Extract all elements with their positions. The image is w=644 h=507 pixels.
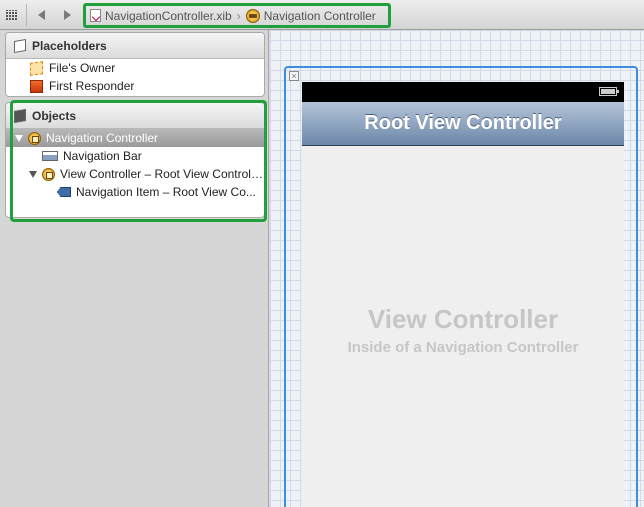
outline-item-navigation-item[interactable]: Navigation Item – Root View Co... <box>6 183 264 201</box>
cube-icon <box>14 38 26 53</box>
navigation-item-icon <box>57 187 71 197</box>
outline-item-label: Navigation Bar <box>63 149 142 163</box>
simulated-screen: Root View Controller View Controller Ins… <box>302 82 624 507</box>
outline-item-label: First Responder <box>49 79 135 93</box>
disclosure-triangle-icon[interactable] <box>29 170 37 178</box>
placeholders-title: Placeholders <box>32 38 107 53</box>
view-controller-icon <box>42 167 55 181</box>
breadcrumb-object[interactable]: Navigation Controller <box>245 8 376 23</box>
objects-header[interactable]: Objects <box>6 103 264 129</box>
status-bar <box>302 82 624 102</box>
jump-bar: NavigationController.xib › Navigation Co… <box>0 0 644 30</box>
placeholders-header[interactable]: Placeholders <box>6 33 264 59</box>
outline-item-label: Navigation Item – Root View Co... <box>76 185 256 199</box>
outline-item-navigation-bar[interactable]: Navigation Bar <box>6 147 264 165</box>
battery-icon <box>599 87 619 96</box>
navigation-controller-scene[interactable]: × Root View Controller View Controller I… <box>284 66 638 507</box>
document-outline: Placeholders File's Owner First Responde… <box>0 30 269 507</box>
navigation-bar-title: Root View Controller <box>364 112 562 134</box>
grid-icon <box>6 10 18 20</box>
breadcrumb-file[interactable]: NavigationController.xib <box>90 9 232 23</box>
close-icon[interactable]: × <box>289 71 299 81</box>
outline-item-files-owner[interactable]: File's Owner <box>6 59 264 77</box>
navigation-controller-icon <box>245 8 260 23</box>
forward-button[interactable] <box>60 7 74 23</box>
objects-section: Objects Navigation Controller Navigation… <box>5 102 265 218</box>
outline-item-navigation-controller[interactable]: Navigation Controller <box>6 129 264 147</box>
cube-icon <box>14 108 26 123</box>
navigation-bar-icon <box>42 151 58 161</box>
navigation-controller-icon <box>28 131 41 145</box>
outline-item-label: View Controller – Root View Controller <box>59 167 264 181</box>
outline-item-label: Navigation Controller <box>46 131 159 145</box>
disclosure-triangle-icon[interactable] <box>15 134 23 142</box>
placeholders-section: Placeholders File's Owner First Responde… <box>5 32 265 97</box>
outline-item-view-controller[interactable]: View Controller – Root View Controller <box>6 165 264 183</box>
outline-item-first-responder[interactable]: First Responder <box>6 77 264 95</box>
breadcrumb-object-label: Navigation Controller <box>263 8 376 23</box>
chevron-right-icon <box>63 10 71 20</box>
files-owner-icon <box>30 60 43 76</box>
first-responder-icon <box>30 79 43 93</box>
view-controller-placeholder-subtitle: Inside of a Navigation Controller <box>347 339 579 356</box>
outline-item-label: File's Owner <box>49 61 116 75</box>
xib-file-icon <box>90 9 101 22</box>
separator <box>26 4 27 26</box>
breadcrumb-separator: › <box>236 8 241 23</box>
related-items-button[interactable] <box>5 7 19 23</box>
interface-builder-canvas[interactable]: × Root View Controller View Controller I… <box>270 30 644 507</box>
view-controller-placeholder-title: View Controller <box>367 304 559 334</box>
objects-title: Objects <box>32 108 77 123</box>
chevron-left-icon <box>37 10 45 20</box>
breadcrumb: NavigationController.xib › Navigation Co… <box>83 3 391 28</box>
breadcrumb-file-label: NavigationController.xib <box>105 8 232 23</box>
back-button[interactable] <box>34 7 48 23</box>
navigation-bar[interactable]: Root View Controller <box>302 102 624 146</box>
